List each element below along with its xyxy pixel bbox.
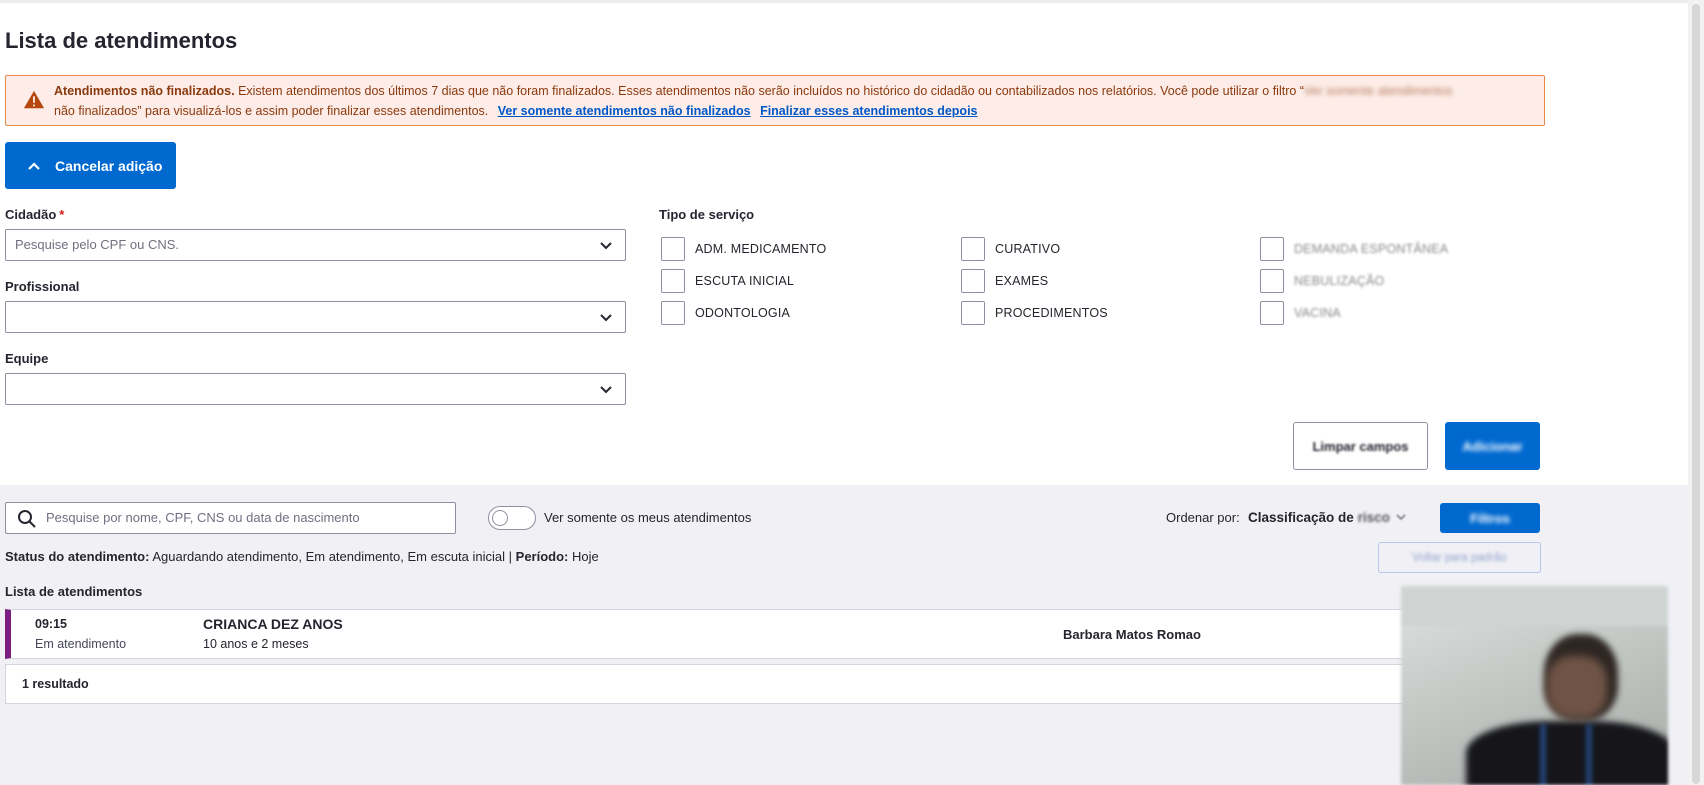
row-patient-age: 10 anos e 2 meses <box>203 637 309 651</box>
service-checkbox[interactable]: VACINA <box>1260 301 1341 325</box>
view-unfinished-link[interactable]: Ver somente atendimentos não finalizados <box>498 104 751 118</box>
service-checkbox[interactable]: EXAMES <box>961 269 1048 293</box>
order-value-a: Classificação de <box>1248 510 1354 525</box>
status-label: Status do atendimento: <box>5 549 150 564</box>
alert-text: Existem atendimentos dos últimos 7 dias … <box>238 84 1304 98</box>
scrollbar-thumb[interactable] <box>1692 4 1700 784</box>
service-label: ADM. MEDICAMENTO <box>695 242 827 256</box>
service-type-label: Tipo de serviço <box>659 207 755 222</box>
citizen-label-text: Cidadão <box>5 207 57 222</box>
service-label: ESCUTA INICIAL <box>695 274 795 288</box>
cancel-add-label: Cancelar adição <box>55 157 163 174</box>
search-input[interactable]: Pesquise por nome, CPF, CNS ou data de n… <box>5 502 456 534</box>
checkbox[interactable] <box>661 269 685 293</box>
my-attendances-toggle[interactable] <box>488 506 536 530</box>
filters-button[interactable]: Filtros <box>1440 503 1540 533</box>
period-value: Hoje <box>572 549 599 564</box>
webcam-person-face <box>1547 656 1607 718</box>
unfinished-alert: Atendimentos não finalizados. Existem at… <box>5 75 1545 126</box>
service-label: NEBULIZAÇÃO <box>1294 274 1385 288</box>
toggle-knob <box>492 510 508 526</box>
back-to-default-label: Voltar para padrão <box>1412 551 1507 564</box>
checkbox[interactable] <box>1260 237 1284 261</box>
checkbox[interactable] <box>1260 269 1284 293</box>
service-checkbox[interactable]: ODONTOLOGIA <box>661 301 790 325</box>
finish-later-link[interactable]: Finalizar esses atendimentos depois <box>760 104 977 118</box>
service-checkbox[interactable]: ESCUTA INICIAL <box>661 269 794 293</box>
service-label: EXAMES <box>995 274 1049 288</box>
page-scrollbar[interactable] <box>1688 0 1704 785</box>
toggle-label: Ver somente os meus atendimentos <box>544 510 752 525</box>
table-row[interactable]: 09:15 Em atendimento CRIANCA DEZ ANOS 10… <box>5 609 1545 659</box>
checkbox[interactable] <box>961 269 985 293</box>
chevron-down-icon[interactable] <box>1395 511 1407 523</box>
result-count: 1 resultado <box>5 664 1545 704</box>
cancel-add-button[interactable]: Cancelar adição <box>5 142 176 189</box>
alert-text-blurred: Ver somente atendimentos <box>1303 84 1453 98</box>
top-strip <box>0 0 1704 3</box>
service-checkbox[interactable]: PROCEDIMENTOS <box>961 301 1108 325</box>
service-label: DEMANDA ESPONTÂNEA <box>1294 242 1449 256</box>
team-label: Equipe <box>5 351 49 366</box>
clear-fields-label: Limpar campos <box>1312 438 1409 454</box>
status-summary: Status do atendimento: Aguardando atendi… <box>5 549 599 564</box>
chevron-down-icon[interactable] <box>599 311 613 325</box>
row-patient-name: CRIANCA DEZ ANOS <box>203 616 343 632</box>
back-to-default-button[interactable]: Voltar para padrão <box>1378 542 1541 573</box>
search-icon <box>18 510 36 528</box>
checkbox[interactable] <box>961 301 985 325</box>
required-mark: * <box>59 207 65 222</box>
row-state: Em atendimento <box>35 637 127 651</box>
add-button[interactable]: Adicionar <box>1445 422 1540 470</box>
alert-text-cont: não finalizados” para visualizá-los e as… <box>54 104 489 118</box>
service-label: ODONTOLOGIA <box>695 306 791 320</box>
professional-label: Profissional <box>5 279 80 294</box>
chevron-down-icon[interactable] <box>599 239 613 253</box>
service-checkbox[interactable]: DEMANDA ESPONTÂNEA <box>1260 237 1448 261</box>
add-label: Adicionar <box>1462 438 1523 454</box>
chevron-up-icon <box>28 161 40 170</box>
separator: | <box>508 549 513 564</box>
warning-icon <box>23 90 45 109</box>
citizen-label: Cidadão * <box>5 207 64 222</box>
list-title: Lista de atendimentos <box>5 584 143 599</box>
row-professional: Barbara Matos Romao <box>1063 627 1201 642</box>
service-label: PROCEDIMENTOS <box>995 306 1108 320</box>
page-title: Lista de atendimentos <box>5 28 238 53</box>
checkbox[interactable] <box>961 237 985 261</box>
professional-select[interactable] <box>5 301 626 333</box>
checkbox[interactable] <box>1260 301 1284 325</box>
filters-label: Filtros <box>1470 510 1510 526</box>
webcam-lanyard <box>1541 724 1591 785</box>
clear-fields-button[interactable]: Limpar campos <box>1293 422 1428 470</box>
alert-strong: Atendimentos não finalizados. <box>54 84 235 98</box>
checkbox[interactable] <box>661 237 685 261</box>
service-checkbox[interactable]: NEBULIZAÇÃO <box>1260 269 1384 293</box>
order-label: Ordenar por: <box>1166 510 1240 525</box>
service-checkbox[interactable]: CURATIVO <box>961 237 1060 261</box>
team-select[interactable] <box>5 373 626 405</box>
row-time: 09:15 <box>35 617 67 631</box>
period-label: Período: <box>515 549 569 564</box>
order-value-b: risco <box>1357 510 1390 525</box>
citizen-select[interactable]: Pesquise pelo CPF ou CNS. <box>5 229 626 261</box>
search-placeholder: Pesquise por nome, CPF, CNS ou data de n… <box>46 510 360 525</box>
chevron-down-icon[interactable] <box>599 383 613 397</box>
citizen-placeholder: Pesquise pelo CPF ou CNS. <box>15 237 180 252</box>
checkbox[interactable] <box>661 301 685 325</box>
service-label: CURATIVO <box>995 242 1061 256</box>
service-checkbox[interactable]: ADM. MEDICAMENTO <box>661 237 826 261</box>
service-label: VACINA <box>1294 306 1341 320</box>
order-select[interactable]: Classificação de risco <box>1248 510 1390 525</box>
webcam-background <box>1401 586 1668 626</box>
webcam-overlay <box>1401 586 1668 785</box>
status-value: Aguardando atendimento, Em atendimento, … <box>152 549 506 564</box>
